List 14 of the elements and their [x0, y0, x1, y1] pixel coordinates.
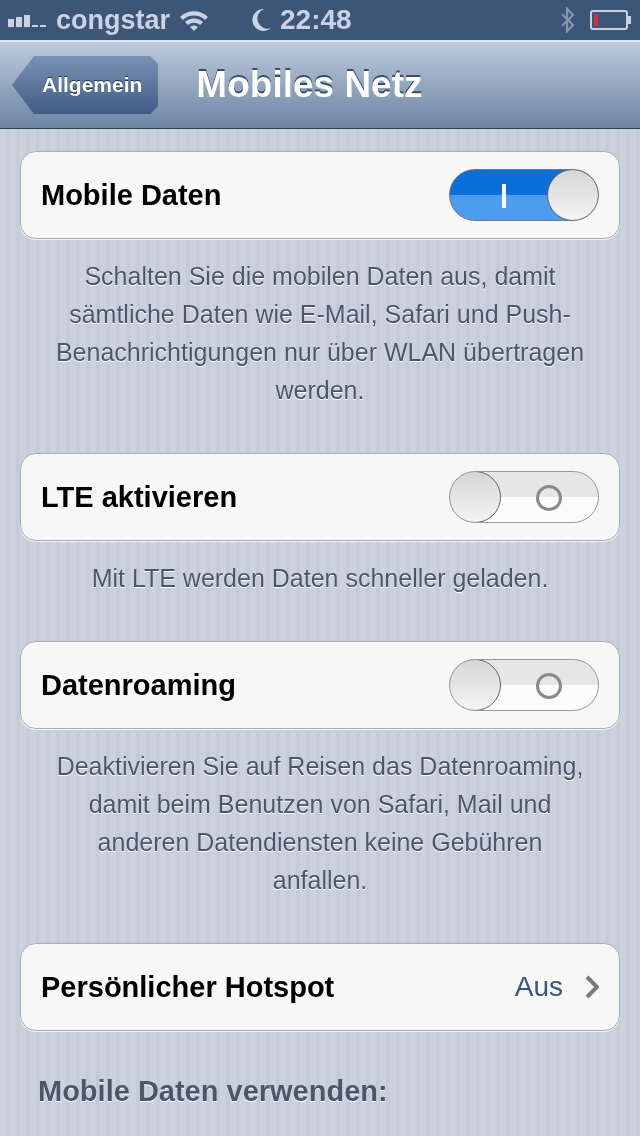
- screen-title: Mobiles Netz: [196, 64, 423, 106]
- footer-text: Schalten Sie die mobilen Daten aus, damit sämtliche Daten wie E-Mail, Safari und Push-Benachrichtigungen nur über WLAN übertragen werden.: [54, 261, 586, 406]
- setting-value: Aus: [514, 971, 563, 1003]
- setting-label: Mobile Daten: [41, 178, 223, 212]
- setting-label: LTE aktivieren: [41, 480, 239, 514]
- back-button[interactable]: Allgemein: [12, 56, 159, 114]
- setting-label: Persönlicher Hotspot: [41, 970, 336, 1004]
- footer-text: Mit LTE werden Daten schneller geladen.: [90, 563, 550, 594]
- section-header: Mobile Daten verwenden:: [38, 1075, 389, 1108]
- carrier-name: congstar: [56, 4, 171, 36]
- setting-label: Datenroaming: [41, 668, 237, 702]
- clock-time: 22:48: [280, 4, 352, 36]
- settings-cell[interactable]: Persönlicher Hotspot Aus: [20, 943, 620, 1031]
- footer-text: Deaktivieren Sie auf Reisen das Datenroaming, damit beim Benutzen von Safari, Mail und anderen Datendiensten keine Gebühren anfallen.: [55, 751, 585, 896]
